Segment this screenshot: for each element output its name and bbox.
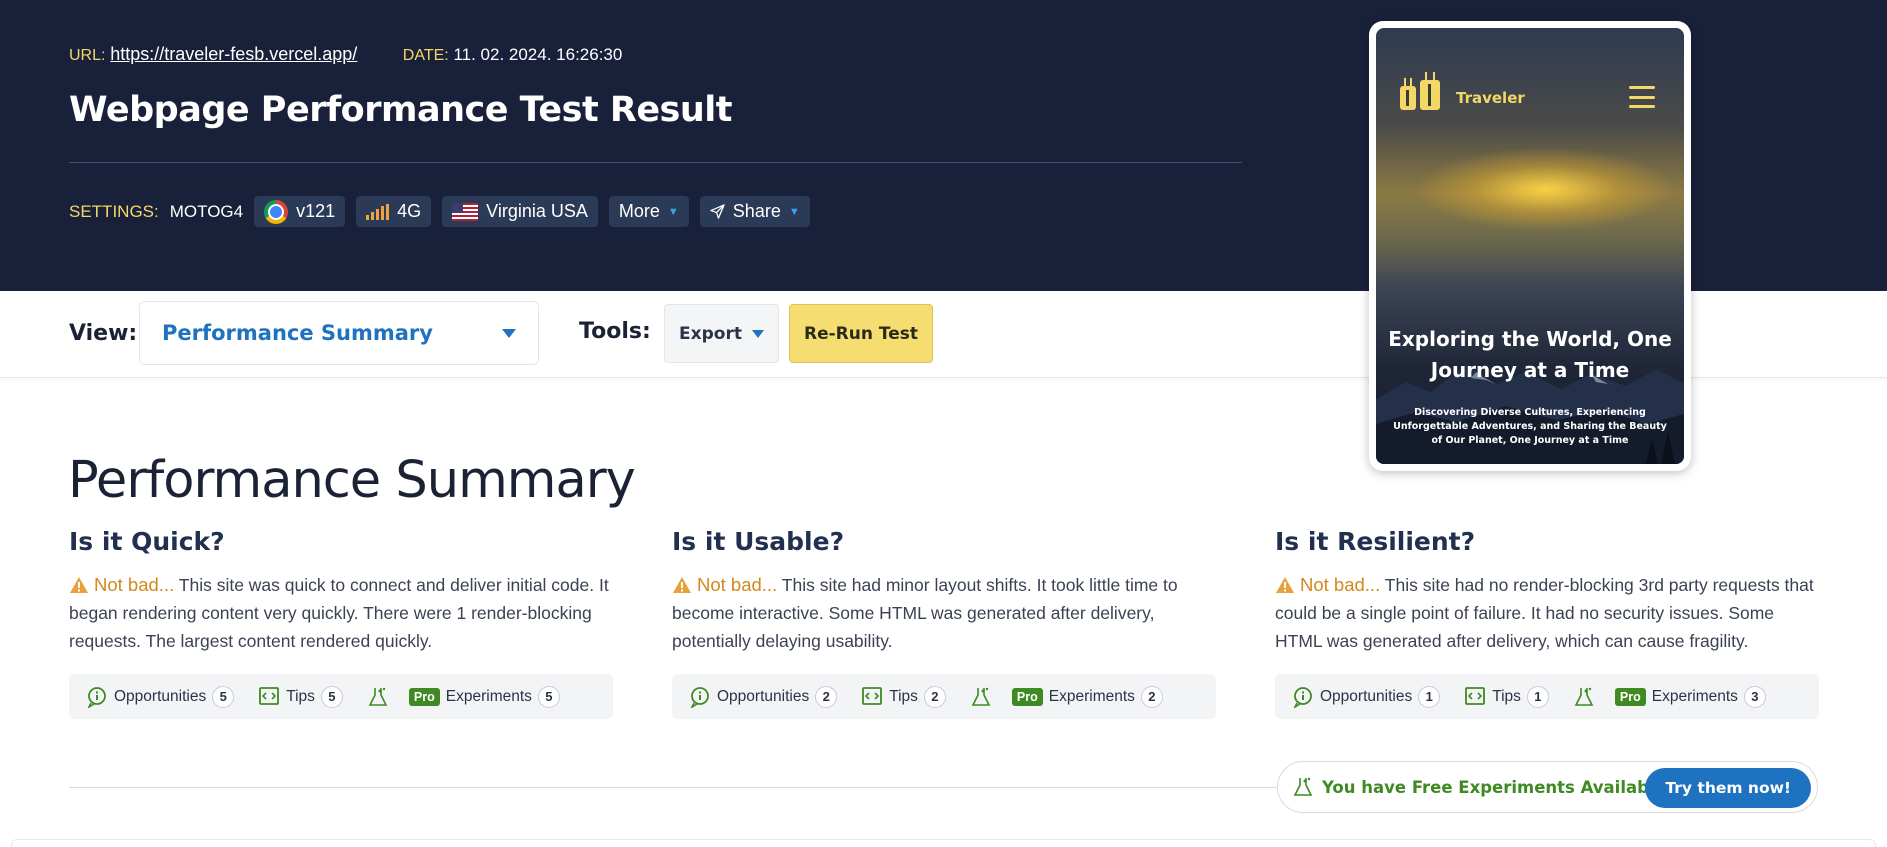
column-heading: Is it Quick? xyxy=(69,527,225,556)
verdict-text: Not bad... xyxy=(697,574,778,595)
preview-headline: Exploring the World, One Journey at a Ti… xyxy=(1388,327,1672,382)
experiments-link[interactable]: Experiments xyxy=(1049,688,1135,706)
try-them-now-button[interactable]: Try them now! xyxy=(1645,768,1811,808)
tips-count: 5 xyxy=(320,685,343,708)
tested-url-link[interactable]: https://traveler-fesb.vercel.app/ xyxy=(110,44,357,64)
test-location: Virginia USA xyxy=(486,201,588,221)
verdict-text: Not bad... xyxy=(94,574,175,595)
url-label: URL: xyxy=(69,47,106,64)
experiments-link[interactable]: Experiments xyxy=(1652,688,1738,706)
tips-count: 1 xyxy=(1526,685,1549,708)
location-chip: Virginia USA xyxy=(442,196,598,227)
page-title: Webpage Performance Test Result xyxy=(69,90,733,130)
summary-column: Is it Resilient? Not bad... This site ha… xyxy=(1275,527,1819,719)
pro-badge: Pro xyxy=(408,687,440,706)
chevron-down-icon xyxy=(751,329,764,338)
export-button[interactable]: Export xyxy=(664,304,779,363)
pro-badge: Pro xyxy=(1011,687,1043,706)
opportunities-count: 5 xyxy=(212,685,235,708)
opportunities-link[interactable]: Opportunities xyxy=(1320,688,1412,706)
chevron-down-icon: ▼ xyxy=(788,205,800,218)
warning-icon xyxy=(673,577,691,593)
code-icon xyxy=(862,686,883,705)
browser-version: v121 xyxy=(296,201,336,221)
verdict-text: Not bad... xyxy=(1300,574,1381,595)
column-metrics: Opportunities 2 Tips 2 Pro Experiments 2 xyxy=(672,674,1216,719)
section-title: Performance Summary xyxy=(68,451,636,510)
tips-link[interactable]: Tips xyxy=(1492,688,1521,706)
signal-icon xyxy=(366,203,390,220)
pro-badge: Pro xyxy=(1614,687,1646,706)
share-button[interactable]: Share ▼ xyxy=(699,196,810,227)
browser-chip: v121 xyxy=(254,196,346,227)
flask-icon xyxy=(368,687,388,706)
info-icon xyxy=(87,686,106,708)
preview-subhead: Discovering Diverse Cultures, Experienci… xyxy=(1393,407,1667,446)
experiments-count: 3 xyxy=(1743,685,1766,708)
export-label: Export xyxy=(679,323,742,344)
opportunities-count: 1 xyxy=(1418,685,1441,708)
opportunities-link[interactable]: Opportunities xyxy=(114,688,206,706)
section-divider xyxy=(69,787,1281,788)
header-divider xyxy=(69,162,1242,163)
column-metrics: Opportunities 1 Tips 1 Pro Experiments 3 xyxy=(1275,674,1819,719)
test-date: 11. 02. 2024. 16:26:30 xyxy=(453,45,623,64)
tools-label: Tools: xyxy=(579,319,651,344)
view-select[interactable]: Performance Summary xyxy=(139,301,539,365)
code-icon xyxy=(259,686,280,705)
column-heading: Is it Resilient? xyxy=(1275,527,1476,556)
summary-column: Is it Quick? Not bad... This site was qu… xyxy=(69,527,613,719)
column-description: Not bad... This site had no render-block… xyxy=(1275,571,1819,655)
warning-icon xyxy=(70,577,88,593)
send-icon xyxy=(710,204,725,219)
view-selected-value: Performance Summary xyxy=(162,321,433,345)
column-heading: Is it Usable? xyxy=(672,527,845,556)
free-experiments-banner: You have Free Experiments Available! Try… xyxy=(1277,761,1818,813)
more-label: More xyxy=(618,201,660,221)
luggage-icon xyxy=(1400,72,1440,110)
tips-link[interactable]: Tips xyxy=(286,688,315,706)
test-meta: URL: https://traveler-fesb.vercel.app/ D… xyxy=(69,44,622,65)
connection-chip: 4G xyxy=(356,196,432,227)
hamburger-icon xyxy=(1629,86,1655,108)
share-label: Share xyxy=(732,201,781,221)
tips-count: 2 xyxy=(923,685,946,708)
more-button[interactable]: More ▼ xyxy=(608,196,689,227)
date-label: DATE: xyxy=(402,47,449,64)
column-metrics: Opportunities 5 Tips 5 Pro Experiments 5 xyxy=(69,674,613,719)
preview-brand: Traveler xyxy=(1456,89,1525,107)
us-flag-icon xyxy=(452,202,479,221)
chevron-down-icon xyxy=(502,328,516,338)
flask-icon xyxy=(1574,687,1594,706)
opportunities-link[interactable]: Opportunities xyxy=(717,688,809,706)
flask-icon xyxy=(1293,777,1313,796)
preview-screen: Traveler Exploring the World, One Journe… xyxy=(1376,28,1684,464)
mobile-screenshot-preview[interactable]: Traveler Exploring the World, One Journe… xyxy=(1369,21,1691,471)
rerun-test-button[interactable]: Re-Run Test xyxy=(789,304,933,363)
code-icon xyxy=(1465,686,1486,705)
chevron-down-icon: ▼ xyxy=(667,205,679,218)
experiments-count: 5 xyxy=(537,685,560,708)
flask-icon xyxy=(971,687,991,706)
connection-type: 4G xyxy=(397,201,422,221)
tips-link[interactable]: Tips xyxy=(889,688,918,706)
settings-label: SETTINGS: xyxy=(69,201,159,221)
info-icon xyxy=(1293,686,1312,708)
chrome-icon xyxy=(264,199,289,224)
info-icon xyxy=(690,686,709,708)
opportunities-count: 2 xyxy=(815,685,838,708)
column-description: Not bad... This site was quick to connec… xyxy=(69,571,613,655)
view-label: View: xyxy=(69,321,138,346)
free-experiments-text: You have Free Experiments Available! xyxy=(1322,777,1674,797)
device-name: MOTOG4 xyxy=(169,201,244,221)
column-description: Not bad... This site had minor layout sh… xyxy=(672,571,1216,655)
test-settings: SETTINGS: MOTOG4 v121 4G Virginia USA Mo… xyxy=(69,196,810,227)
experiments-count: 2 xyxy=(1140,685,1163,708)
warning-icon xyxy=(1276,577,1294,593)
summary-column: Is it Usable? Not bad... This site had m… xyxy=(672,527,1216,719)
experiments-link[interactable]: Experiments xyxy=(446,688,532,706)
next-panel-edge xyxy=(11,839,1876,847)
